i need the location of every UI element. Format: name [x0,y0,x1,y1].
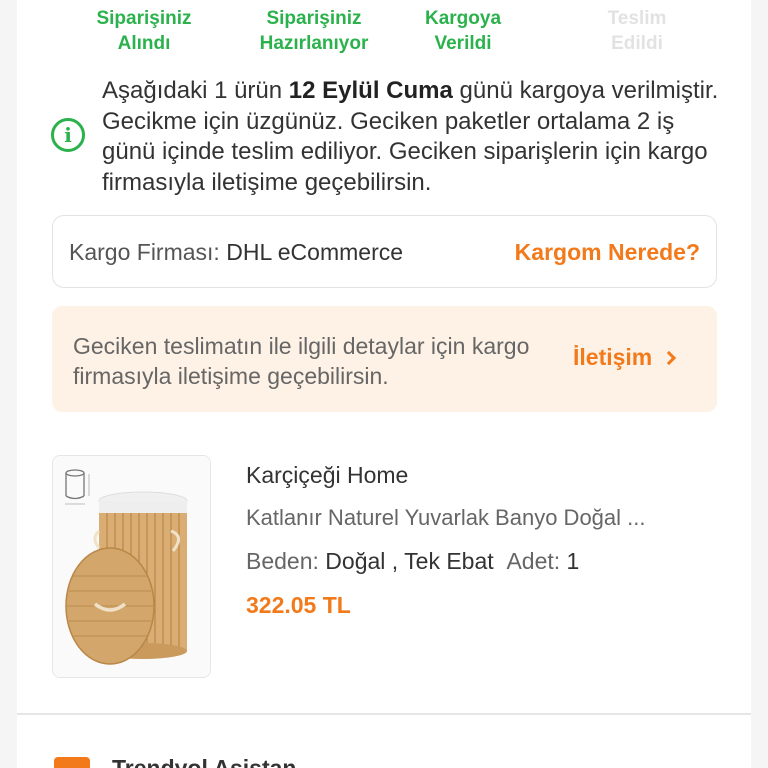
status-step-preparing: Siparişiniz Hazırlanıyor [239,6,389,56]
status-step-delivered: Teslim Edildi [577,6,697,56]
product-item[interactable]: Karçiçeği Home Katlanır Naturel Yuvarlak… [17,455,751,685]
contact-link[interactable]: İletişim [573,344,677,371]
delay-notice-text: Geciken teslimatın ile ilgili detaylar i… [73,333,530,389]
shipping-date: 12 Eylül Cuma [288,77,453,104]
cargo-company-box: Kargo Firması: DHL eCommerce Kargom Nere… [52,215,717,288]
status-step-shipped: Kargoya Verildi [403,6,523,56]
laundry-basket-image [53,456,210,677]
product-price: 322.05 TL [246,592,351,618]
where-is-my-cargo-link[interactable]: Kargom Nerede? [515,239,700,266]
quantity-value: 1 [566,548,580,574]
assistant-icon [54,757,90,768]
cargo-company-label: Kargo Firması: DHL eCommerce [69,239,403,266]
contact-link-label: İletişim [573,344,653,370]
product-image[interactable] [52,455,211,678]
shipping-info-message: i Aşağıdaki 1 ürün 12 Eylül Cuma günü ka… [17,76,751,196]
status-step-line2: Alındı [117,33,171,54]
assistant-label: Trendyol Asistan [112,755,297,768]
status-step-line2: Hazırlanıyor [259,33,369,54]
delay-notice: Geciken teslimatın ile ilgili detaylar i… [52,306,717,412]
size-label: Beden: [246,548,319,574]
shipping-info-text: Aşağıdaki 1 ürün 12 Eylül Cuma günü karg… [102,76,732,198]
product-brand: Karçiçeği Home [246,462,409,488]
section-divider [17,713,751,715]
order-status-tracker: Siparişiniz Alındı Siparişiniz Hazırlanı… [17,6,751,56]
info-circle-icon: i [51,118,85,152]
order-detail-sheet: Siparişiniz Alındı Siparişiniz Hazırlanı… [17,0,751,768]
cargo-company-name: DHL eCommerce [226,239,404,265]
status-step-line1: Kargoya [424,8,502,29]
status-step-line1: Siparişiniz [266,8,362,29]
status-step-line2: Verildi [434,33,492,54]
product-variant-info: Beden: Doğal , Tek Ebat Adet: 1 [246,548,579,575]
quantity-label: Adet: [506,548,561,574]
chevron-right-icon [662,350,677,366]
cargo-label-text: Kargo Firması: [69,239,220,265]
status-step-received: Siparişiniz Alındı [84,6,204,56]
size-value: Doğal , Tek Ebat [325,548,494,574]
status-step-line1: Teslim [607,8,667,29]
status-step-line1: Siparişiniz [96,8,192,29]
status-step-line2: Edildi [611,33,663,54]
product-title: Katlanır Naturel Yuvarlak Banyo Doğal ..… [246,505,646,530]
info-text-part: Aşağıdaki 1 ürün [102,77,289,104]
